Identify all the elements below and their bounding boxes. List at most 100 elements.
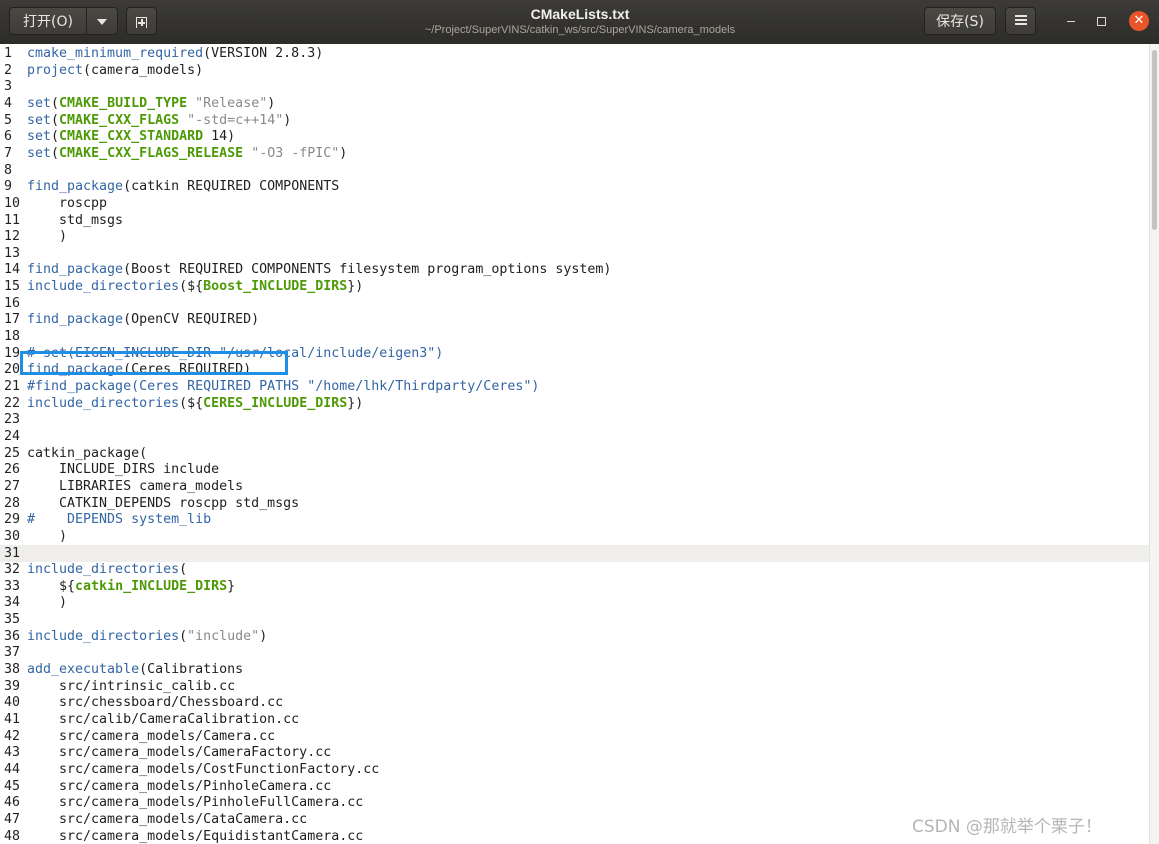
code-line[interactable]: 18 [0, 328, 1149, 345]
code-line[interactable]: 45 src/camera_models/PinholeCamera.cc [0, 778, 1149, 795]
code-token: } [227, 578, 236, 594]
close-button[interactable]: ✕ [1129, 11, 1149, 31]
hamburger-menu-icon [1014, 13, 1027, 27]
code-line[interactable]: 38 add_executable(Calibrations [0, 661, 1149, 678]
line-number: 41 [4, 712, 21, 727]
code-line[interactable]: 15 include_directories(${Boost_INCLUDE_DI… [0, 278, 1149, 295]
code-line[interactable]: 8 [0, 162, 1149, 179]
vertical-scrollbar[interactable] [1149, 44, 1159, 844]
line-number: 28 [4, 495, 21, 511]
code-line[interactable]: 17 find_package(OpenCV REQUIRED) [0, 311, 1149, 328]
code-line[interactable]: 9 find_package(catkin REQUIRED COMPONENTS [0, 178, 1149, 195]
scrollbar-thumb[interactable] [1152, 50, 1157, 230]
line-number: 39 [4, 678, 21, 694]
code-line[interactable]: 39 src/intrinsic_calib.cc [0, 678, 1149, 695]
code-line[interactable]: 4 set(CMAKE_BUILD_TYPE "Release") [0, 95, 1149, 112]
line-number: 27 [4, 478, 21, 494]
code-line[interactable]: 19 # set(EIGEN_INCLUDE_DIR "/usr/local/in… [0, 345, 1149, 362]
code-line[interactable]: 34 ) [0, 594, 1149, 611]
code-line[interactable]: 14 find_package(Boost REQUIRED COMPONENTS… [0, 261, 1149, 278]
open-recent-dropdown-button[interactable] [86, 7, 118, 35]
code-line[interactable]: 2 project(camera_models) [0, 62, 1149, 79]
code-line[interactable]: 36 include_directories("include") [0, 628, 1149, 645]
line-number: 40 [4, 695, 21, 711]
code-token: catkin_package( [27, 445, 148, 461]
code-token: src/camera_models/Camera.cc [27, 728, 276, 744]
line-number: 21 [4, 379, 21, 394]
code-line[interactable]: 40 src/chessboard/Chessboard.cc [0, 694, 1149, 711]
code-token: project [27, 62, 84, 78]
new-tab-button[interactable] [126, 7, 157, 35]
code-token: (${ [179, 279, 204, 295]
code-line[interactable]: 1 cmake_minimum_required(VERSION 2.8.3) [0, 45, 1149, 62]
code-line[interactable]: 22 include_directories(${CERES_INCLUDE_DI… [0, 395, 1149, 412]
line-number: 19 [4, 345, 21, 361]
code-line[interactable]: 42 src/camera_models/Camera.cc [0, 728, 1149, 745]
code-line[interactable]: 41 src/calib/CameraCalibration.cc [0, 711, 1149, 728]
code-text: catkin_package( [27, 445, 147, 462]
code-line[interactable]: 32 include_directories( [0, 561, 1149, 578]
code-token: find_package [27, 312, 124, 328]
code-line[interactable]: 37 [0, 644, 1149, 661]
code-line[interactable]: 10 roscpp [0, 195, 1149, 212]
code-line[interactable]: 11 std_msgs [0, 212, 1149, 229]
code-token: ) [27, 595, 68, 611]
code-line[interactable]: 3 [0, 78, 1149, 95]
code-line[interactable]: 12 ) [0, 228, 1149, 245]
line-number: 14 [4, 262, 21, 278]
menu-button[interactable] [1005, 7, 1036, 35]
line-number: 32 [4, 562, 21, 578]
code-line[interactable]: 21 #find_package(Ceres REQUIRED PATHS "/h… [0, 378, 1149, 395]
code-line[interactable]: 29 # DEPENDS system_lib [0, 511, 1149, 528]
code-token: # DEPENDS system_lib [27, 512, 212, 528]
line-number: 25 [4, 445, 21, 461]
code-text: project(camera_models) [27, 62, 203, 79]
code-line[interactable]: 35 [0, 611, 1149, 628]
code-line[interactable]: 7 set(CMAKE_CXX_FLAGS_RELEASE "-O3 -fPIC"… [0, 145, 1149, 162]
code-token: ( [51, 95, 60, 111]
code-line[interactable]: 30 ) [0, 528, 1149, 545]
code-line[interactable]: 13 [0, 245, 1149, 262]
code-line[interactable]: 23 [0, 411, 1149, 428]
code-token: include_directories [27, 628, 180, 644]
code-line[interactable]: 16 [0, 295, 1149, 312]
code-line[interactable]: 26 INCLUDE_DIRS include [0, 461, 1149, 478]
code-line[interactable]: 31 [0, 544, 1149, 562]
code-token: CMAKE_CXX_STANDARD [59, 129, 204, 145]
code-line[interactable]: 24 [0, 428, 1149, 445]
code-text: find_package(Boost REQUIRED COMPONENTS f… [27, 261, 611, 278]
code-line[interactable]: 46 src/camera_models/PinholeFullCamera.c… [0, 794, 1149, 811]
code-text: # DEPENDS system_lib [27, 511, 211, 528]
open-button[interactable]: 打开(O) [9, 7, 87, 35]
code-text: set(CMAKE_BUILD_TYPE "Release") [27, 95, 275, 112]
code-line[interactable]: 5 set(CMAKE_CXX_FLAGS "-std=c++14") [0, 112, 1149, 129]
line-number: 11 [4, 212, 21, 228]
save-button[interactable]: 保存(S) [924, 7, 996, 35]
code-line[interactable]: 27 LIBRARIES camera_models [0, 478, 1149, 495]
line-number: 2 [4, 62, 13, 78]
code-token: (OpenCV REQUIRED) [123, 312, 260, 328]
code-token: # set(EIGEN_INCLUDE_DIR "/usr/local/incl… [27, 345, 444, 361]
code-token: CERES_INCLUDE_DIRS [203, 395, 348, 411]
code-text: roscpp [27, 195, 107, 212]
line-number: 22 [4, 395, 21, 411]
code-line[interactable]: 43 src/camera_models/CameraFactory.cc [0, 744, 1149, 761]
code-line[interactable]: 44 src/camera_models/CostFunctionFactory… [0, 761, 1149, 778]
code-token: find_package [27, 179, 124, 195]
close-icon: ✕ [1133, 13, 1145, 28]
code-text: ) [27, 594, 67, 611]
code-line[interactable]: 20 find_package(Ceres REQUIRED) [0, 361, 1149, 378]
code-line[interactable]: 33 ${catkin_INCLUDE_DIRS} [0, 578, 1149, 595]
line-number: 1 [4, 46, 13, 61]
maximize-button[interactable] [1091, 12, 1111, 32]
line-number: 3 [4, 79, 13, 95]
minimize-button[interactable] [1061, 12, 1081, 32]
code-text: include_directories( [27, 561, 187, 578]
code-line[interactable]: 6 set(CMAKE_CXX_STANDARD 14) [0, 128, 1149, 145]
code-text: LIBRARIES camera_models [27, 478, 243, 495]
text-editor[interactable]: 1 cmake_minimum_required(VERSION 2.8.3) 2 p… [0, 44, 1149, 844]
code-text: src/chessboard/Chessboard.cc [27, 694, 283, 711]
code-line[interactable]: 25 catkin_package( [0, 445, 1149, 462]
code-line[interactable]: 28 CATKIN_DEPENDS roscpp std_msgs [0, 495, 1149, 512]
